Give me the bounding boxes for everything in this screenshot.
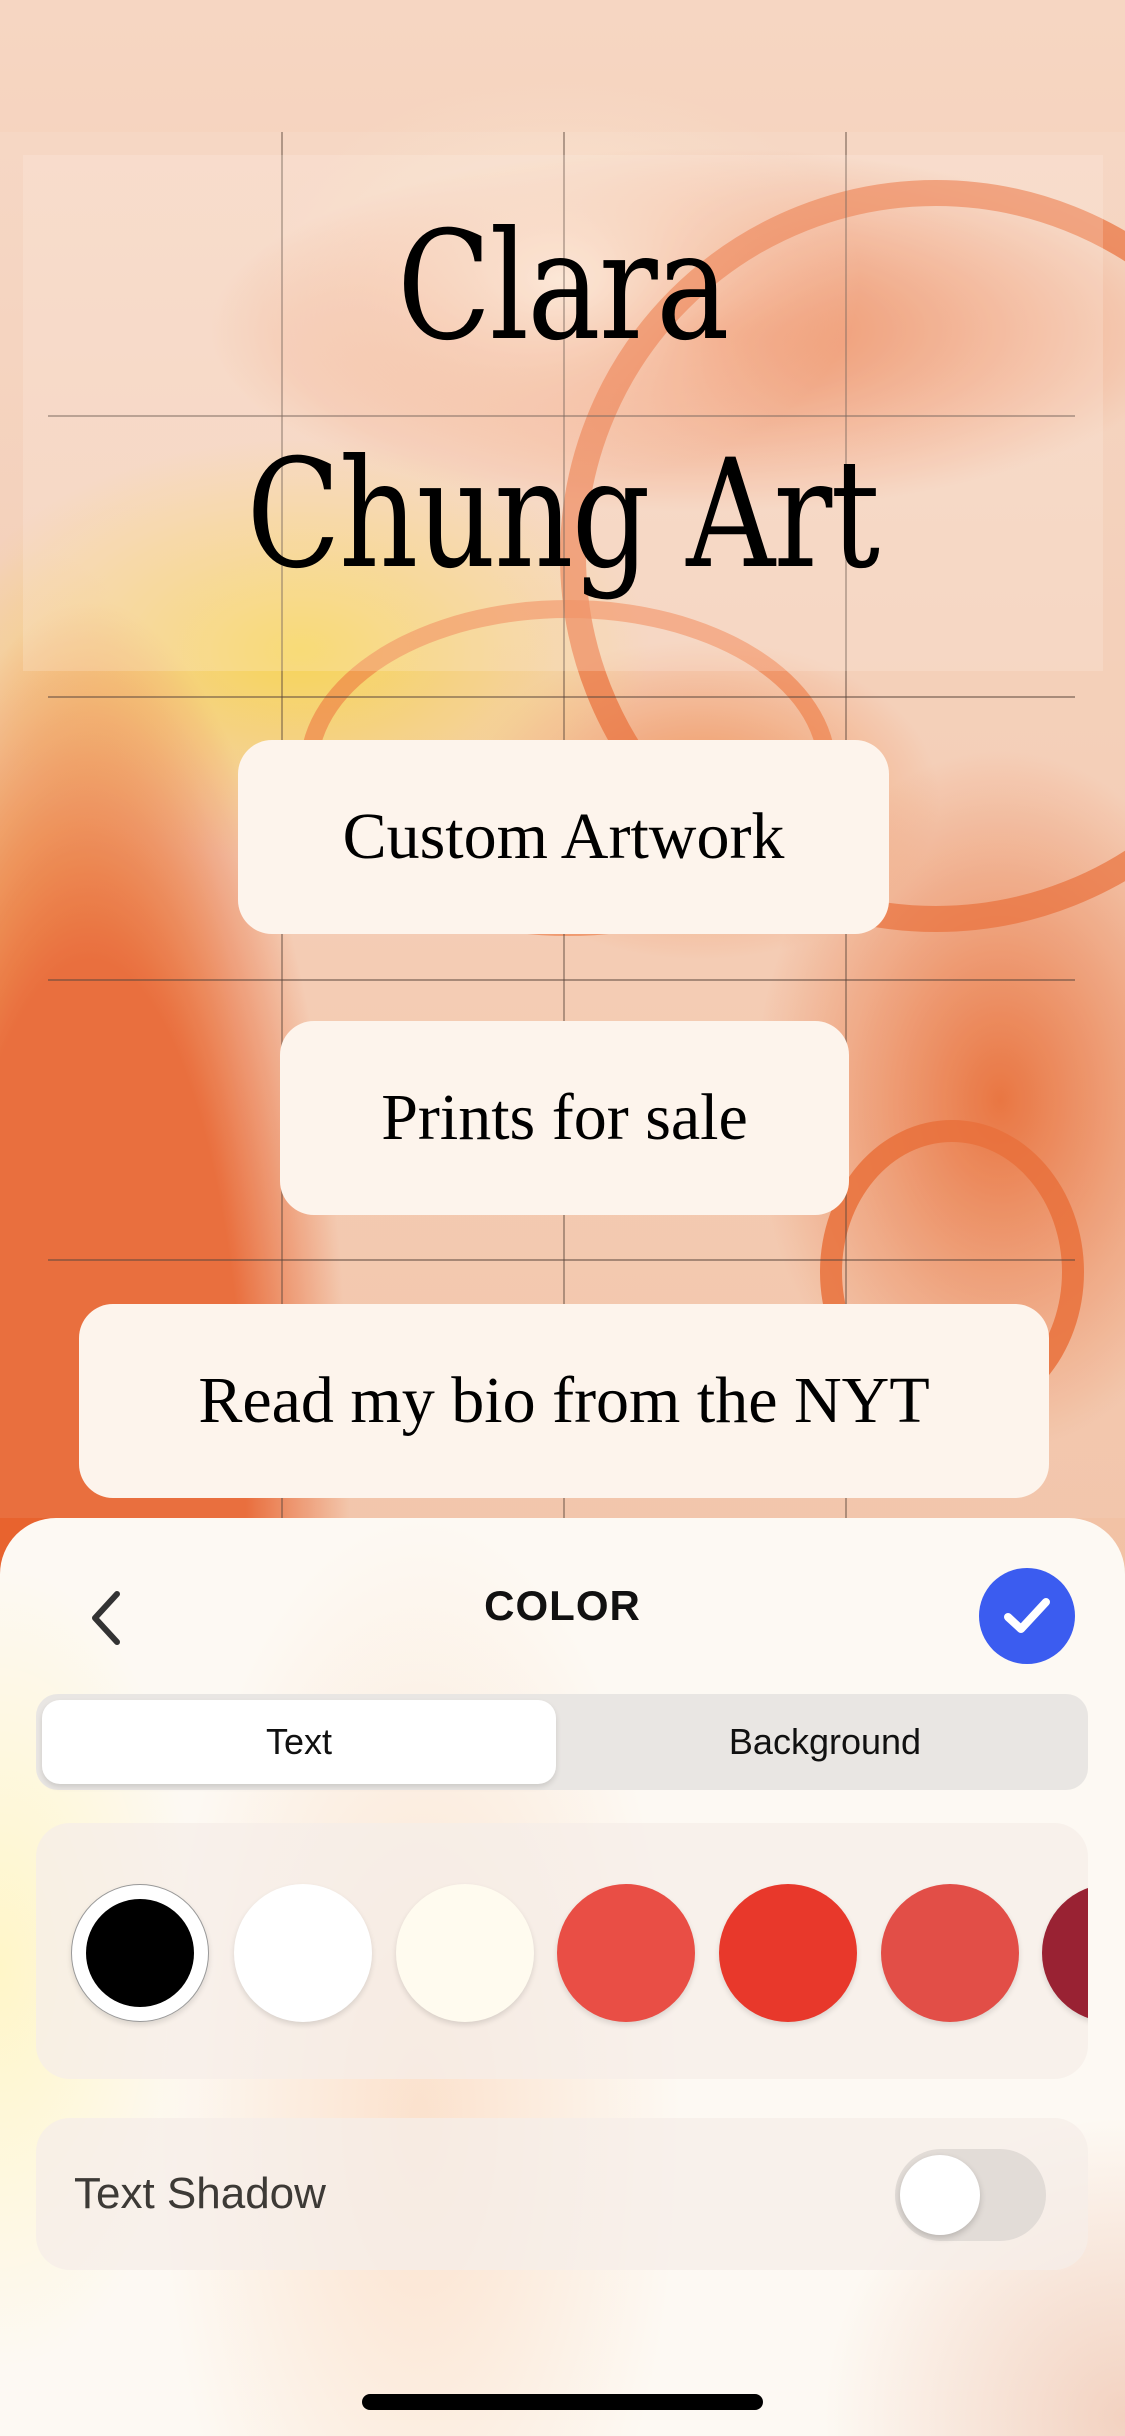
color-swatch-black[interactable] bbox=[71, 1884, 209, 2022]
text-shadow-toggle[interactable] bbox=[895, 2149, 1046, 2241]
color-swatch-red[interactable] bbox=[719, 1884, 857, 2022]
grid-line bbox=[48, 1259, 1075, 1261]
checkmark-icon bbox=[1004, 1598, 1050, 1633]
color-swatch-ivory[interactable] bbox=[396, 1884, 534, 2022]
color-swatch-coral-red[interactable] bbox=[557, 1884, 695, 2022]
tab-label: Text bbox=[265, 1721, 333, 1762]
page-title-line-1: Clara bbox=[397, 200, 729, 374]
page-title-line-2: Chung Art bbox=[246, 428, 881, 602]
color-sheet: COLOR Text Background Text Shadow bbox=[0, 1518, 1125, 2436]
done-button[interactable] bbox=[979, 1568, 1075, 1664]
link-button-custom-artwork[interactable]: Custom Artwork bbox=[238, 740, 889, 934]
link-label: Prints for sale bbox=[381, 1081, 748, 1154]
link-label: Custom Artwork bbox=[342, 800, 785, 873]
tab-label: Background bbox=[728, 1721, 922, 1762]
swatch-fill bbox=[86, 1899, 194, 2007]
tab-background[interactable]: Background bbox=[568, 1700, 1082, 1784]
text-shadow-row: Text Shadow bbox=[36, 2118, 1088, 2270]
color-swatch-white[interactable] bbox=[234, 1884, 372, 2022]
color-swatch-burgundy[interactable] bbox=[1042, 1884, 1088, 2022]
color-swatch-light-red[interactable] bbox=[881, 1884, 1019, 2022]
grid-line bbox=[48, 979, 1075, 981]
link-button-prints-for-sale[interactable]: Prints for sale bbox=[280, 1021, 849, 1215]
toggle-knob bbox=[900, 2155, 980, 2235]
home-indicator[interactable] bbox=[362, 2394, 763, 2410]
tab-text[interactable]: Text bbox=[42, 1700, 556, 1784]
color-target-segmented-control: Text Background bbox=[36, 1694, 1088, 1790]
sheet-title: COLOR bbox=[484, 1582, 641, 1629]
swatch-panel bbox=[36, 1823, 1088, 2079]
link-label: Read my bio from the NYT bbox=[198, 1364, 930, 1437]
link-button-nyt-bio[interactable]: Read my bio from the NYT bbox=[79, 1304, 1049, 1498]
text-shadow-label: Text Shadow bbox=[74, 2169, 326, 2218]
grid-line bbox=[48, 696, 1075, 698]
